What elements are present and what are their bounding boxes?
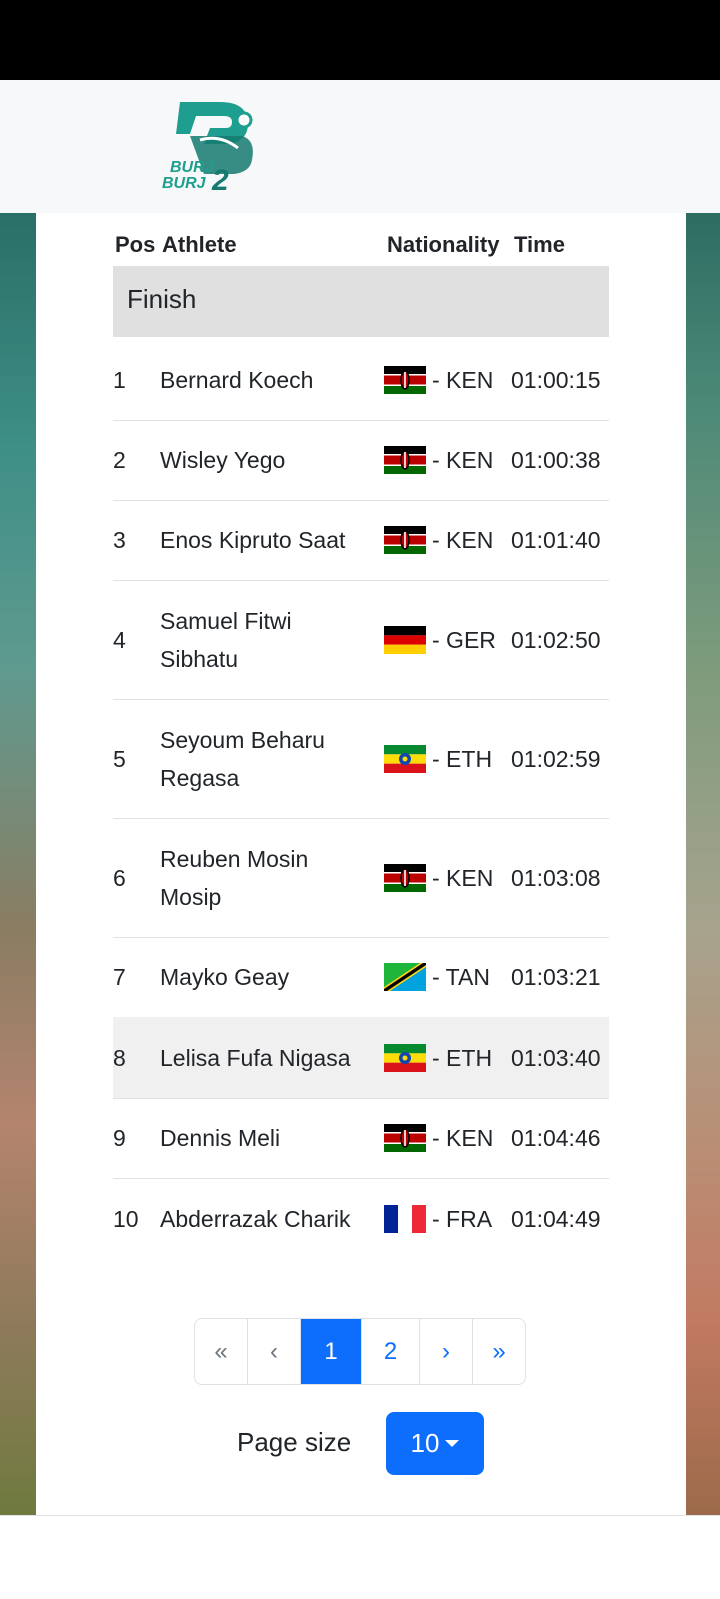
pagination: « ‹ 1 2 › » [194, 1318, 526, 1385]
header-nationality: Nationality [387, 232, 500, 257]
athlete-name-cell[interactable]: Dennis Meli [160, 1119, 375, 1157]
nationality-cell: - KEN [384, 361, 493, 399]
athlete-name-cell[interactable]: Enos Kipruto Saat [160, 521, 375, 559]
nationality-code: - KEN [432, 447, 494, 473]
kenya-flag-icon [384, 446, 426, 474]
athlete-name-cell[interactable]: Wisley Yego [160, 441, 375, 479]
nationality-cell: - KEN [384, 521, 493, 559]
page-size-dropdown[interactable]: 10 [386, 1412, 484, 1475]
position-cell: 7 [113, 964, 126, 990]
ethiopia-flag-icon [384, 744, 426, 773]
time-cell: 01:03:21 [511, 964, 601, 990]
time-cell: 01:02:50 [511, 626, 601, 653]
position-cell: 4 [113, 626, 126, 653]
background-photo-left [0, 213, 36, 1515]
time-cell: 01:00:38 [511, 447, 601, 473]
logo-number: 2 [211, 164, 229, 195]
kenya-flag-icon [384, 1124, 426, 1152]
nationality-cell: - KEN [384, 1119, 493, 1157]
table-row[interactable]: 4 Samuel Fitwi Sibhatu - GER 01:02:50 [113, 580, 609, 700]
nationality-cell: - ETH [384, 1039, 492, 1077]
position-cell: 5 [113, 745, 126, 772]
time-cell: 01:01:40 [511, 527, 601, 553]
nationality-code: - KEN [432, 527, 494, 553]
athlete-name-cell[interactable]: Reuben Mosin Mosip [160, 840, 375, 916]
time-cell: 01:00:15 [511, 367, 601, 393]
kenya-flag-icon [384, 526, 426, 554]
nationality-code: - KEN [432, 1125, 494, 1151]
table-row[interactable]: 5 Seyoum Beharu Regasa - ETH 01:02:59 [113, 699, 609, 819]
athlete-name-cell[interactable]: Lelisa Fufa Nigasa [160, 1039, 375, 1077]
athlete-name-cell[interactable]: Samuel Fitwi Sibhatu [160, 602, 375, 678]
background-photo-right [686, 213, 720, 1515]
table-row[interactable]: 8 Lelisa Fufa Nigasa - ETH 01:03:40 [113, 1017, 609, 1099]
time-cell: 01:04:46 [511, 1125, 601, 1151]
athlete-name-cell[interactable]: Seyoum Beharu Regasa [160, 721, 375, 797]
table-row[interactable]: 3 Enos Kipruto Saat - KEN 01:01:40 [113, 500, 609, 581]
group-header-finish: Finish [113, 266, 609, 337]
athlete-name-cell[interactable]: Bernard Koech [160, 361, 375, 399]
footer-divider [0, 1515, 720, 1516]
time-cell: 01:02:59 [511, 745, 601, 772]
time-cell: 01:03:40 [511, 1044, 601, 1071]
kenya-flag-icon [384, 366, 426, 394]
logo-text-1: BURJ [170, 159, 215, 176]
nationality-cell: - ETH [384, 740, 492, 778]
header-pos: Pos [115, 232, 156, 257]
position-cell: 8 [113, 1044, 126, 1071]
nationality-code: - KEN [432, 864, 494, 891]
header-time: Time [514, 232, 565, 257]
nationality-cell: - KEN [384, 859, 493, 897]
first-page-button[interactable]: « [195, 1319, 248, 1384]
table-row[interactable]: 2 Wisley Yego - KEN 01:00:38 [113, 420, 609, 501]
position-cell: 9 [113, 1125, 126, 1151]
kenya-flag-icon [384, 863, 426, 892]
nationality-code: - KEN [432, 367, 494, 393]
status-bar [0, 0, 720, 80]
prev-page-button[interactable]: ‹ [248, 1319, 301, 1384]
page-size-value: 10 [410, 1428, 440, 1458]
page-1-button[interactable]: 1 [301, 1319, 362, 1384]
nationality-cell: - GER [384, 621, 496, 659]
logo-text-2: BURJ [162, 175, 207, 192]
table-row[interactable]: 6 Reuben Mosin Mosip - KEN 01:03:08 [113, 818, 609, 938]
france-flag-icon [384, 1205, 426, 1233]
group-label: Finish [127, 284, 197, 314]
tanzania-flag-icon [384, 963, 426, 991]
caret-down-icon [445, 1440, 460, 1447]
time-cell: 01:04:49 [511, 1206, 601, 1232]
nationality-code: - ETH [432, 1044, 493, 1071]
nationality-cell: - TAN [384, 958, 490, 996]
last-page-button[interactable]: » [473, 1319, 525, 1384]
table-row[interactable]: 10 Abderrazak Charik - FRA 01:04:49 [113, 1178, 609, 1260]
header-athlete: Athlete [162, 232, 237, 257]
germany-flag-icon [384, 625, 426, 654]
table-row[interactable]: 1 Bernard Koech - KEN 01:00:15 [113, 340, 609, 421]
nationality-cell: - KEN [384, 441, 493, 479]
position-cell: 2 [113, 447, 126, 473]
site-header [0, 80, 720, 213]
position-cell: 6 [113, 864, 126, 891]
time-cell: 01:03:08 [511, 864, 601, 891]
table-row[interactable]: 7 Mayko Geay - TAN 01:03:21 [113, 937, 609, 1018]
burj2burj-logo[interactable]: BURJ BURJ 2 [160, 100, 260, 195]
athlete-name-cell[interactable]: Abderrazak Charik [160, 1200, 375, 1238]
ethiopia-flag-icon [384, 1043, 426, 1072]
position-cell: 1 [113, 367, 126, 393]
nationality-code: - GER [432, 626, 496, 653]
page-2-button[interactable]: 2 [362, 1319, 420, 1384]
nationality-code: - ETH [432, 745, 493, 772]
athlete-name-cell[interactable]: Mayko Geay [160, 958, 375, 996]
position-cell: 10 [113, 1206, 139, 1232]
table-row[interactable]: 9 Dennis Meli - KEN 01:04:46 [113, 1098, 609, 1179]
next-page-button[interactable]: › [420, 1319, 473, 1384]
position-cell: 3 [113, 527, 126, 553]
nationality-code: - TAN [432, 964, 490, 990]
page-size-label: Page size [237, 1427, 352, 1457]
nationality-code: - FRA [432, 1206, 493, 1232]
nationality-cell: - FRA [384, 1200, 492, 1238]
